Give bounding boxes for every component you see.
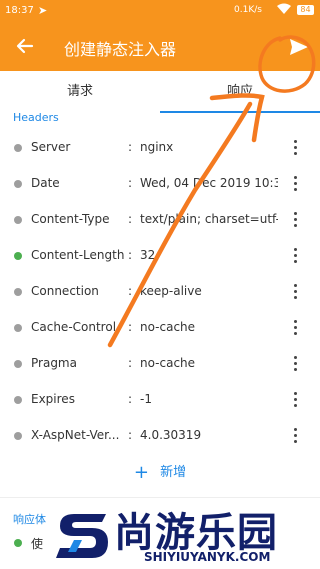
more-vertical-icon[interactable] bbox=[289, 356, 301, 372]
key-value-separator: : bbox=[128, 284, 133, 298]
more-vertical-icon[interactable] bbox=[289, 428, 301, 444]
section-divider bbox=[0, 497, 320, 498]
status-dot bbox=[14, 288, 22, 296]
status-dot bbox=[14, 216, 22, 224]
more-vertical-icon[interactable] bbox=[289, 212, 301, 228]
header-value: nginx bbox=[140, 140, 174, 154]
header-key: Server bbox=[31, 140, 71, 154]
header-row[interactable]: X-AspNet-Ver...:4.0.30319 bbox=[0, 418, 320, 454]
more-vertical-icon[interactable] bbox=[289, 248, 301, 264]
tab-request[interactable]: 请求 bbox=[0, 71, 160, 113]
header-value: no-cache bbox=[140, 320, 196, 334]
wifi-icon bbox=[277, 3, 291, 18]
key-value-separator: : bbox=[128, 248, 133, 262]
status-dot bbox=[14, 324, 22, 332]
plus-icon: + bbox=[133, 462, 149, 483]
watermark-subtext: SHIYIUYANYK.COM bbox=[144, 550, 271, 564]
tab-bar: 请求 响应 bbox=[0, 71, 320, 113]
header-key: Connection bbox=[31, 284, 99, 298]
battery-indicator: 84 bbox=[297, 5, 314, 15]
header-row[interactable]: Connection: keep-alive bbox=[0, 274, 320, 310]
key-value-separator: : bbox=[128, 356, 133, 370]
response-body-section-label: 响应体 bbox=[13, 513, 46, 526]
key-value-separator: : bbox=[128, 320, 133, 334]
status-time: 18:37 bbox=[5, 5, 34, 16]
more-vertical-icon[interactable] bbox=[289, 320, 301, 336]
header-key: X-AspNet-Ver... bbox=[31, 428, 120, 442]
header-value: -1 bbox=[140, 392, 152, 406]
watermark: 尚游乐园 SHIYIUYANYK.COM bbox=[48, 500, 320, 569]
active-tab-indicator bbox=[160, 111, 320, 113]
header-value: keep-alive bbox=[140, 284, 202, 298]
page-title: 创建静态注入器 bbox=[64, 40, 177, 59]
more-vertical-icon[interactable] bbox=[289, 176, 301, 192]
status-dot bbox=[14, 360, 22, 368]
header-value: Wed, 04 Dec 2019 10:3... bbox=[140, 176, 278, 190]
more-vertical-icon[interactable] bbox=[289, 392, 301, 408]
response-body-item-label: 使 bbox=[31, 537, 44, 551]
status-bar: 18:37 ➤ 0.1K/s 84 bbox=[0, 0, 320, 22]
status-dot bbox=[14, 180, 22, 188]
send-icon[interactable] bbox=[289, 37, 309, 57]
header-key: Content-Length bbox=[31, 248, 125, 262]
header-value: 32 bbox=[140, 248, 156, 262]
header-value: text/plain; charset=utf-8 bbox=[140, 212, 278, 226]
key-value-separator: : bbox=[128, 176, 133, 190]
header-key: Expires bbox=[31, 392, 75, 406]
key-value-separator: : bbox=[128, 392, 133, 406]
status-dot bbox=[14, 252, 22, 260]
status-dot bbox=[14, 144, 22, 152]
back-arrow-icon[interactable] bbox=[15, 36, 35, 56]
header-key: Cache-Control bbox=[31, 320, 117, 334]
status-dot bbox=[14, 432, 22, 440]
header-value: 4.0.30319 bbox=[140, 428, 202, 442]
header-key: Pragma bbox=[31, 356, 77, 370]
key-value-separator: : bbox=[128, 140, 133, 154]
app-bar: 创建静态注入器 bbox=[0, 22, 320, 71]
key-value-separator: : bbox=[128, 428, 133, 442]
navigation-indicator-icon: ➤ bbox=[38, 4, 48, 17]
tab-response[interactable]: 响应 bbox=[160, 71, 320, 113]
more-vertical-icon[interactable] bbox=[289, 284, 301, 300]
network-speed: 0.1K/s bbox=[234, 5, 262, 15]
key-value-separator: : bbox=[128, 212, 133, 226]
header-row[interactable]: Pragma: no-cache bbox=[0, 346, 320, 382]
status-dot bbox=[14, 396, 22, 404]
header-key: Date bbox=[31, 176, 60, 190]
header-key: Content-Type bbox=[31, 212, 110, 226]
header-row[interactable]: Cache-Control: no-cache bbox=[0, 310, 320, 346]
header-row[interactable]: Expires: -1 bbox=[0, 382, 320, 418]
header-row[interactable]: Date: Wed, 04 Dec 2019 10:3... bbox=[0, 166, 320, 202]
headers-section-label: Headers bbox=[13, 111, 59, 124]
add-header-label: 新增 bbox=[160, 465, 187, 480]
header-row[interactable]: Server: nginx bbox=[0, 130, 320, 166]
watermark-logo-icon bbox=[56, 514, 108, 558]
header-row[interactable]: Content-Length:32 bbox=[0, 238, 320, 274]
header-value: no-cache bbox=[140, 356, 196, 370]
more-vertical-icon[interactable] bbox=[289, 140, 301, 156]
add-header-button[interactable]: + 新增 bbox=[0, 460, 320, 490]
status-dot bbox=[14, 539, 22, 547]
header-row[interactable]: Content-Type: text/plain; charset=utf-8 bbox=[0, 202, 320, 238]
